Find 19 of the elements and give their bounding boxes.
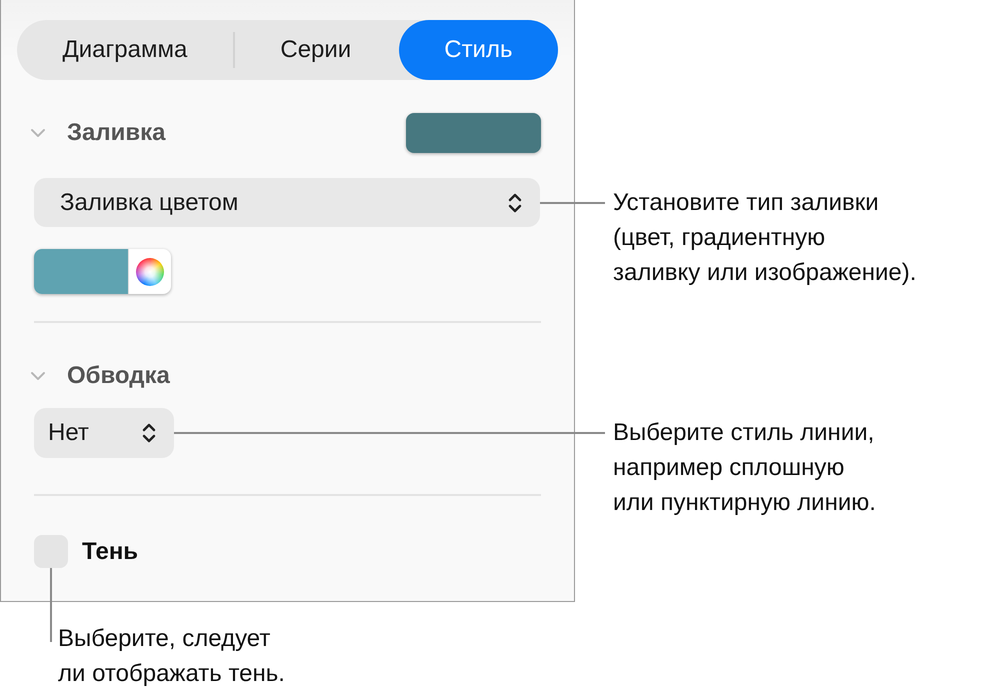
tab[interactable]: Диаграмма xyxy=(17,20,233,80)
disclosure-chevron-icon[interactable] xyxy=(30,371,46,381)
color-well[interactable] xyxy=(34,249,171,294)
callout-text: Установите тип заливки (цвет, градиентную заливку или изображение). xyxy=(613,188,916,288)
section-title: Обводка xyxy=(67,362,171,390)
leader-line xyxy=(540,202,605,204)
color-swatch[interactable] xyxy=(406,113,541,153)
callout-text: Выберите стиль линии, например сплошную или пунктирную линию. xyxy=(613,418,876,518)
fill-type-popup[interactable]: Заливка цветом xyxy=(34,178,540,227)
section-title: Заливка xyxy=(67,119,167,147)
callout-text: Выберите, следует ли отображать тень. xyxy=(58,624,285,689)
updown-chevron-icon xyxy=(142,421,156,445)
disclosure-chevron-icon[interactable] xyxy=(30,128,46,138)
shadow-checkbox[interactable] xyxy=(34,535,68,568)
checkbox-label: Тень xyxy=(82,538,138,566)
color-wheel-icon xyxy=(136,258,164,286)
tab[interactable]: Стиль xyxy=(398,20,558,80)
line-style-popup[interactable]: Нет xyxy=(34,408,174,458)
tab[interactable]: Серии xyxy=(234,20,397,80)
